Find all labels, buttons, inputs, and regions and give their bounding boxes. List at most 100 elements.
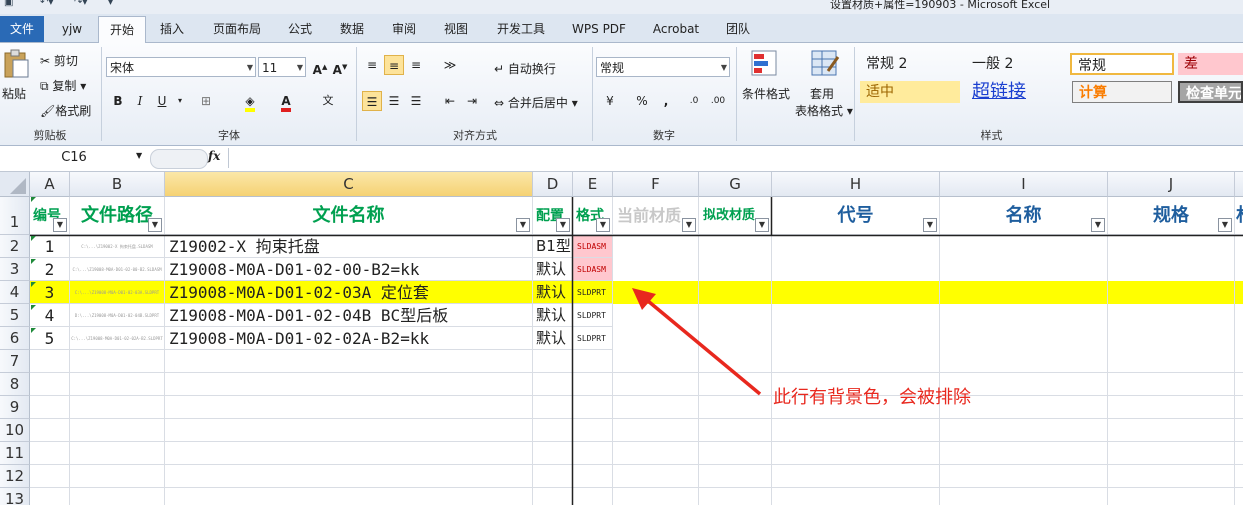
percent-icon[interactable]: %: [632, 91, 652, 111]
tab-acrobat[interactable]: Acrobat: [644, 16, 708, 42]
column-header-j[interactable]: J: [1108, 172, 1235, 197]
comma-icon[interactable]: ,: [656, 91, 676, 111]
chevron-down-icon: ▼: [246, 63, 253, 72]
font-color-icon[interactable]: A: [276, 91, 296, 112]
tab-developer[interactable]: 开发工具: [488, 16, 554, 42]
increase-decimal-icon[interactable]: .0: [684, 91, 704, 111]
decrease-font-icon[interactable]: A▼: [330, 57, 350, 77]
style-neutral[interactable]: 适中: [860, 81, 960, 103]
alignment-group-label: 对齐方式: [453, 129, 497, 142]
select-all-corner[interactable]: [0, 172, 30, 197]
ribbon-tabs: 文件 yjw 开始 插入 页面布局 公式 数据 审阅 视图 开发工具 WPS P…: [0, 14, 1243, 44]
column-header-d[interactable]: D: [533, 172, 573, 197]
align-left-icon[interactable]: ☰: [362, 91, 382, 111]
align-bottom-icon[interactable]: ≡: [406, 55, 426, 75]
styles-group-label: 样式: [980, 129, 1003, 142]
redo-icon[interactable]: ↷▾: [74, 0, 87, 8]
brush-icon: 🖌: [40, 104, 56, 118]
number-format-select[interactable]: 常规 ▼: [596, 57, 730, 77]
tab-review[interactable]: 审阅: [384, 16, 424, 42]
align-middle-icon[interactable]: ≡: [384, 55, 404, 75]
paste-icon[interactable]: [2, 49, 30, 79]
conditional-format-button[interactable]: 条件格式: [742, 85, 790, 102]
wrap-text-button[interactable]: ↵ 自动换行: [494, 60, 556, 77]
column-header-e[interactable]: E: [573, 172, 613, 197]
align-top-icon[interactable]: ≡: [362, 55, 382, 75]
column-header-h[interactable]: H: [772, 172, 940, 197]
font-size-select[interactable]: 11 ▼: [258, 57, 306, 77]
column-header-f[interactable]: F: [613, 172, 699, 197]
style-bad[interactable]: 差: [1178, 53, 1243, 75]
tab-page-layout[interactable]: 页面布局: [204, 16, 270, 42]
annotation-arrow-icon: [632, 288, 762, 396]
style-check-cell[interactable]: 检查单元: [1178, 81, 1243, 103]
table-format-button-line1[interactable]: 套用: [810, 85, 834, 102]
chevron-down-icon[interactable]: ▾: [170, 91, 190, 111]
window-title: 设置材质+属性=190903 - Microsoft Excel: [830, 0, 1051, 11]
style-normal[interactable]: 常规: [1070, 53, 1174, 75]
decrease-indent-icon[interactable]: ⇤: [440, 91, 460, 111]
italic-icon[interactable]: I: [130, 91, 150, 111]
tab-home[interactable]: 开始: [98, 16, 146, 44]
table-format-icon[interactable]: [810, 49, 840, 79]
currency-icon[interactable]: ¥: [600, 91, 620, 111]
increase-font-icon[interactable]: A▲: [310, 57, 330, 77]
undo-icon[interactable]: ↶▾: [40, 0, 53, 8]
decrease-decimal-icon[interactable]: .00: [708, 91, 728, 111]
paste-button[interactable]: 粘贴: [2, 85, 26, 102]
name-box[interactable]: C16: [0, 148, 148, 168]
formula-input[interactable]: [228, 148, 1243, 168]
tab-wps-pdf[interactable]: WPS PDF: [564, 16, 634, 42]
tab-file[interactable]: 文件: [0, 16, 44, 42]
customize-quick-access-icon[interactable]: ▾: [108, 0, 113, 8]
column-header-a[interactable]: A: [30, 172, 70, 197]
fill-color-icon[interactable]: ◈: [240, 91, 260, 112]
insert-function-icon[interactable]: fx: [208, 149, 220, 163]
style-calculation[interactable]: 计算: [1072, 81, 1172, 103]
title-bar: ▣ ↶▾ ↷▾ ▾ 设置材质+属性=190903 - Microsoft Exc…: [0, 0, 1243, 14]
cut-button[interactable]: ✂ 剪切: [40, 52, 78, 69]
align-right-icon[interactable]: ☰: [406, 91, 426, 111]
scissors-icon: ✂: [40, 54, 51, 68]
annotation-text: 此行有背景色，会被排除: [773, 387, 971, 408]
tab-formulas[interactable]: 公式: [280, 16, 320, 42]
increase-indent-icon[interactable]: ⇥: [462, 91, 482, 111]
column-header-c[interactable]: C: [165, 172, 533, 197]
chevron-down-icon[interactable]: ▼: [136, 151, 142, 160]
copy-icon: ⧉: [40, 79, 49, 93]
column-header-g[interactable]: G: [699, 172, 772, 197]
tab-data[interactable]: 数据: [332, 16, 372, 42]
formula-bar: C16 ▼ fx: [0, 146, 1243, 172]
copy-button[interactable]: ⧉ 复制 ▾: [40, 77, 86, 94]
chevron-down-icon: ▼: [296, 63, 303, 72]
border-icon[interactable]: ⊞: [196, 91, 216, 111]
underline-icon[interactable]: U: [152, 91, 172, 111]
format-painter-button[interactable]: 🖌格式刷: [40, 102, 91, 119]
ribbon: 粘贴 ✂ 剪切 ⧉ 复制 ▾ 🖌格式刷 剪贴板 宋体 ▼ 11 ▼ A▲ A▼ B …: [0, 43, 1243, 146]
clipboard-group-label: 剪贴板: [33, 129, 67, 142]
formula-bar-controls: [150, 149, 208, 169]
column-header-k[interactable]: [1235, 172, 1243, 197]
font-name-select[interactable]: 宋体 ▼: [106, 57, 256, 77]
style-normal-2[interactable]: 常规 2: [860, 53, 960, 75]
merge-center-button[interactable]: ⇔ 合并后居中 ▾: [494, 94, 578, 111]
tab-view[interactable]: 视图: [436, 16, 476, 42]
align-center-icon[interactable]: ☰: [384, 91, 404, 111]
bold-icon[interactable]: B: [108, 91, 128, 111]
style-hyperlink[interactable]: 超链接: [966, 81, 1066, 103]
spreadsheet-grid: A B C D E F G H I J 1 2 3 4 5 6 7 8 9 10…: [0, 172, 1243, 505]
phonetic-icon[interactable]: 文: [318, 91, 338, 111]
tab-yjw[interactable]: yjw: [52, 16, 92, 42]
merge-icon: ⇔: [494, 96, 505, 110]
chevron-down-icon: ▼: [720, 63, 727, 72]
save-icon[interactable]: ▣: [4, 0, 13, 8]
tab-insert[interactable]: 插入: [150, 16, 194, 42]
table-format-button-line2[interactable]: 表格格式 ▾: [795, 102, 853, 119]
column-header-i[interactable]: I: [940, 172, 1108, 197]
column-header-b[interactable]: B: [70, 172, 165, 197]
style-general-2[interactable]: 一般 2: [966, 53, 1066, 75]
conditional-format-icon[interactable]: [750, 49, 780, 79]
tab-team[interactable]: 团队: [718, 16, 758, 42]
font-group-label: 字体: [218, 129, 240, 142]
orientation-icon[interactable]: ≫: [440, 55, 460, 75]
